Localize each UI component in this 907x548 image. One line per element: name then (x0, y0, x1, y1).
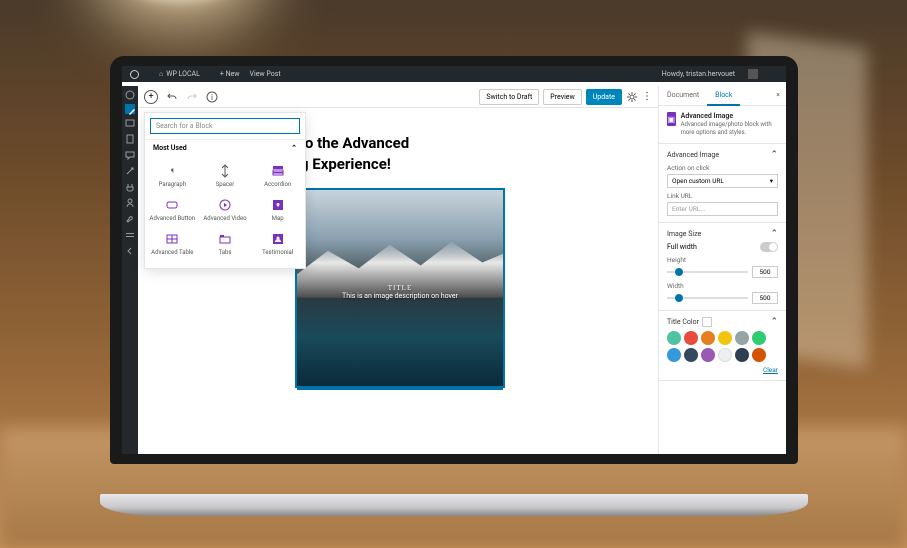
width-slider[interactable] (667, 297, 748, 299)
chevron-up-icon: ⌃ (770, 229, 778, 239)
image-title-overlay: TITLE (297, 284, 503, 292)
height-input[interactable]: 500 (752, 266, 778, 278)
chevron-down-icon: ▾ (770, 177, 773, 185)
advanced-image-block[interactable]: TITLE This is an image description on ho… (296, 189, 504, 387)
block-inserter-popover: Search for a Block Most Used⌃ ¶Paragraph… (144, 112, 306, 269)
gear-icon[interactable] (626, 91, 638, 103)
color-swatch[interactable] (684, 348, 698, 362)
close-sidebar-icon[interactable]: × (770, 86, 786, 105)
block-adv-table[interactable]: Advanced Table (147, 228, 198, 260)
preview-button[interactable]: Preview (543, 89, 581, 105)
block-name: Advanced Image (681, 112, 778, 121)
plugins-icon[interactable] (125, 182, 135, 192)
add-block-button[interactable]: + (144, 90, 158, 104)
testimonial-icon (271, 232, 285, 246)
color-swatch[interactable] (718, 331, 732, 345)
comments-icon[interactable] (125, 150, 135, 160)
category-most-used[interactable]: Most Used⌃ (145, 139, 305, 156)
settings-icon[interactable] (125, 230, 135, 240)
block-testimonial[interactable]: Testimonial (252, 228, 303, 260)
panel-advanced-image[interactable]: Advanced Image⌃ (667, 150, 778, 160)
color-swatch[interactable] (667, 348, 681, 362)
panel-image-size[interactable]: Image Size⌃ (667, 229, 778, 239)
svg-text:i: i (211, 93, 213, 102)
editor-toolbar: + i Switch to Draft Preview Update ⋮ (138, 86, 658, 108)
tab-document[interactable]: Document (659, 86, 707, 105)
video-icon (218, 198, 232, 212)
switch-draft-button[interactable]: Switch to Draft (479, 89, 539, 105)
width-label: Width (667, 282, 778, 290)
color-swatch[interactable] (718, 348, 732, 362)
post-title[interactable]: to the Advancedg Experience! (300, 134, 638, 175)
color-swatch[interactable] (752, 348, 766, 362)
button-icon (165, 198, 179, 212)
color-swatch[interactable] (684, 331, 698, 345)
chevron-up-icon: ⌃ (291, 144, 297, 152)
paragraph-icon: ¶ (165, 164, 179, 178)
color-swatch[interactable] (701, 331, 715, 345)
accordion-icon (271, 164, 285, 178)
block-adv-video[interactable]: Advanced Video (200, 194, 251, 226)
block-type-icon: ▣ (667, 112, 676, 126)
block-paragraph[interactable]: ¶Paragraph (147, 160, 198, 192)
dashboard-icon[interactable] (125, 90, 135, 100)
block-description: Advanced image/photo block with more opt… (681, 121, 772, 136)
block-map[interactable]: Map (252, 194, 303, 226)
action-select[interactable]: Open custom URL▾ (667, 174, 778, 188)
height-slider[interactable] (667, 271, 748, 273)
url-label: Link URL (667, 192, 778, 200)
chevron-up-icon: ⌃ (770, 150, 778, 160)
view-post[interactable]: View Post (250, 70, 281, 78)
panel-title-color[interactable]: Title Color⌃ (667, 317, 778, 327)
block-search-input[interactable]: Search for a Block (150, 118, 300, 134)
block-tabs[interactable]: Tabs (200, 228, 251, 260)
admin-menu-rail[interactable] (122, 86, 138, 454)
action-label: Action on click (667, 164, 778, 172)
image-desc-overlay: This is an image description on hover (297, 292, 503, 300)
laptop-mockup: ⌂ WP LOCAL + New View Post Howdy, trista… (100, 56, 808, 516)
chevron-up-icon: ⌃ (770, 317, 778, 327)
appearance-icon[interactable] (125, 166, 135, 176)
clear-color-link[interactable]: Clear (667, 366, 778, 374)
redo-icon[interactable] (186, 91, 198, 103)
undo-icon[interactable] (166, 91, 178, 103)
color-swatch[interactable] (752, 331, 766, 345)
block-adv-button[interactable]: Advanced Button (147, 194, 198, 226)
width-input[interactable]: 500 (752, 292, 778, 304)
current-color-swatch (702, 317, 712, 327)
fullwidth-toggle[interactable] (760, 242, 778, 252)
color-swatch[interactable] (701, 348, 715, 362)
link-url-input[interactable]: Enter URL... (667, 202, 778, 216)
map-icon (271, 198, 285, 212)
info-icon[interactable]: i (206, 91, 218, 103)
wp-logo-icon[interactable] (130, 70, 149, 79)
howdy-user[interactable]: Howdy, tristan.hervouet (662, 69, 768, 79)
site-name[interactable]: ⌂ WP LOCAL (159, 70, 210, 78)
block-accordion[interactable]: Accordion (252, 160, 303, 192)
height-label: Height (667, 256, 778, 264)
update-button[interactable]: Update (586, 89, 622, 105)
laptop-base (100, 494, 808, 516)
color-swatch[interactable] (735, 348, 749, 362)
media-icon[interactable] (125, 118, 135, 128)
fullwidth-label: Full width (667, 243, 697, 251)
tabs-icon (218, 232, 232, 246)
new-content[interactable]: + New (220, 70, 240, 78)
pages-icon[interactable] (125, 134, 135, 144)
wp-admin-bar[interactable]: ⌂ WP LOCAL + New View Post Howdy, trista… (122, 66, 786, 82)
tab-block[interactable]: Block (707, 86, 740, 106)
more-icon[interactable]: ⋮ (642, 91, 652, 102)
settings-sidebar: Document Block × ▣ Advanced ImageAdvance… (658, 86, 786, 454)
spacer-icon (218, 164, 232, 178)
tools-icon[interactable] (125, 214, 135, 224)
block-spacer[interactable]: Spacer (200, 160, 251, 192)
posts-icon[interactable] (125, 104, 135, 114)
users-icon[interactable] (125, 198, 135, 208)
wordpress-editor: ⌂ WP LOCAL + New View Post Howdy, trista… (122, 66, 786, 454)
color-palette (667, 327, 778, 366)
table-icon (165, 232, 179, 246)
collapse-icon[interactable] (125, 246, 135, 256)
color-swatch[interactable] (667, 331, 681, 345)
color-swatch[interactable] (735, 331, 749, 345)
